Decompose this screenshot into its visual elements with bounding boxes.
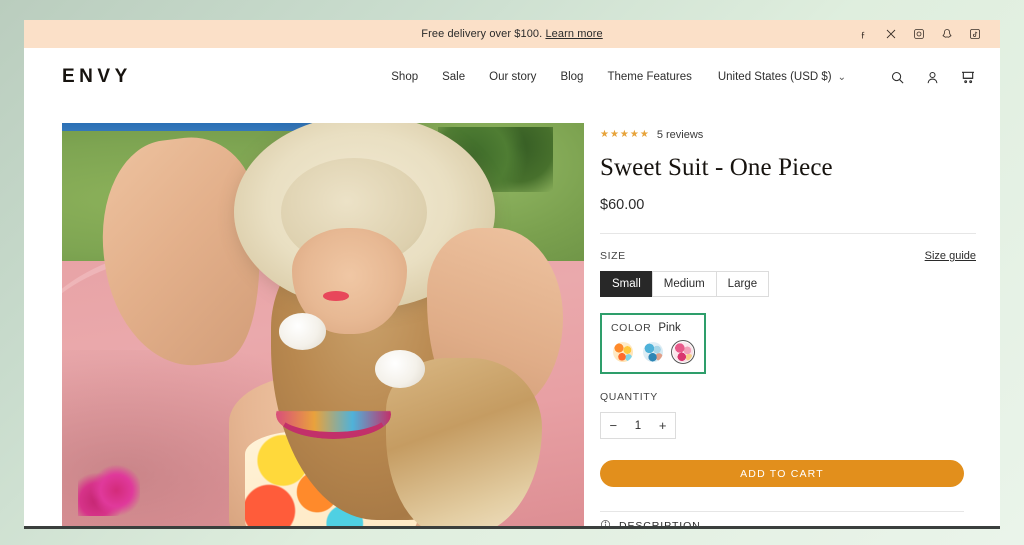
learn-more-link[interactable]: Learn more [545,28,602,40]
nav-item-shop[interactable]: Shop [391,71,418,83]
facebook-icon[interactable] [855,27,870,42]
search-icon[interactable] [890,70,905,85]
main-navigation: Shop Sale Our story Blog Theme Features … [391,69,976,85]
social-links [855,27,982,42]
color-selected-value: Pink [658,322,681,334]
nav-item-blog[interactable]: Blog [560,71,583,83]
color-option-group: COLOR Pink [600,313,706,374]
snapchat-icon[interactable] [939,27,954,42]
announcement-text: Free delivery over $100. Learn more [24,28,1000,40]
swatch-orange-icon [613,342,633,362]
product-page-main: ★★★★★ 5 reviews Sweet Suit - One Piece $… [24,106,1000,528]
size-guide-link[interactable]: Size guide [925,250,976,262]
nav-item-theme-features[interactable]: Theme Features [607,71,691,83]
product-price: $60.00 [600,197,645,213]
product-photo [62,123,584,528]
browser-bottom-bar [24,526,1000,529]
announcement-message: Free delivery over $100. [421,28,543,40]
tiktok-icon[interactable] [967,27,982,42]
rating-row[interactable]: ★★★★★ 5 reviews [600,128,976,142]
photo-pom-earring-right [375,349,425,389]
quantity-value[interactable]: 1 [626,420,651,432]
divider [600,233,976,234]
color-swatches [611,340,695,364]
size-option-medium[interactable]: Medium [651,271,717,297]
photo-model-lips [323,291,350,301]
reviews-count[interactable]: 5 reviews [657,129,703,141]
size-options: Small Medium Large [600,271,976,297]
quantity-decrease-button[interactable]: − [601,413,626,438]
account-icon[interactable] [925,70,940,85]
color-swatch-pink[interactable] [671,340,695,364]
photo-flower [77,459,141,516]
page-title: Sweet Suit - One Piece [600,154,833,181]
size-label: SIZE [600,250,626,262]
star-rating: ★★★★★ [600,129,650,140]
cart-icon[interactable] [960,69,976,85]
locale-label: United States (USD $) [717,71,832,83]
color-header: COLOR Pink [611,322,695,334]
size-option-large[interactable]: Large [715,271,770,297]
quantity-increase-button[interactable]: + [650,413,675,438]
locale-selector[interactable]: United States (USD $) ⌄ [718,71,846,83]
product-gallery[interactable] [62,123,584,528]
product-info: ★★★★★ 5 reviews Sweet Suit - One Piece $… [600,123,976,528]
nav-item-sale[interactable]: Sale [442,71,465,83]
header-icons [890,69,976,85]
instagram-icon[interactable] [911,27,926,42]
photo-beaded-necklace [276,390,391,439]
browser-viewport: Free delivery over $100. Learn more ENVY [24,20,1000,528]
size-option-small[interactable]: Small [600,271,653,297]
chevron-down-icon: ⌄ [837,71,846,83]
color-swatch-blue[interactable] [641,340,665,364]
site-logo[interactable]: ENVY [62,66,132,88]
swatch-pink-icon [673,342,693,362]
color-label: COLOR [611,322,652,334]
nav-item-our-story[interactable]: Our story [489,71,536,83]
quantity-label: QUANTITY [600,391,658,403]
swatch-blue-icon [643,342,663,362]
announcement-bar: Free delivery over $100. Learn more [24,20,1000,48]
size-header: SIZE Size guide [600,250,976,262]
add-to-cart-button[interactable]: ADD TO CART [600,460,964,487]
photo-pom-earring-left [278,313,326,350]
quantity-stepper: − 1 + [600,412,676,439]
x-twitter-icon[interactable] [883,27,898,42]
color-swatch-orange[interactable] [611,340,635,364]
site-header: ENVY Shop Sale Our story Blog Theme Feat… [24,48,1000,106]
